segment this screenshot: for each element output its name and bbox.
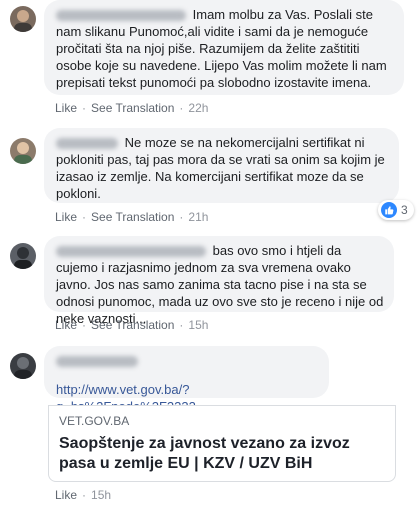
like-button[interactable]: Like [55, 318, 77, 332]
avatar[interactable] [10, 353, 36, 379]
see-translation-link[interactable]: See Translation [91, 318, 174, 332]
like-button[interactable]: Like [55, 488, 77, 502]
see-translation-link[interactable]: See Translation [91, 210, 174, 224]
like-button[interactable]: Like [55, 210, 77, 224]
like-icon [381, 202, 397, 218]
avatar[interactable] [10, 138, 36, 164]
reaction-count: 3 [401, 202, 408, 217]
author-name[interactable] [56, 246, 206, 258]
like-button[interactable]: Like [55, 101, 77, 115]
comment-bubble: bas ovo smo i htjeli da cujemo i razjasn… [44, 236, 394, 326]
link-preview-card[interactable]: VET.GOV.BA Saopštenje za javnost vezano … [48, 405, 396, 482]
preview-title[interactable]: Saopštenje za javnost vezano za izvoz pa… [59, 434, 385, 474]
avatar[interactable] [10, 6, 36, 32]
timestamp[interactable]: 15h [188, 318, 208, 332]
comment-actions: Like · See Translation · 15h [55, 318, 209, 332]
author-name[interactable] [56, 138, 118, 150]
timestamp[interactable]: 21h [188, 210, 208, 224]
author-name[interactable] [56, 356, 138, 368]
avatar[interactable] [10, 243, 36, 269]
reaction-summary[interactable]: 3 [378, 200, 414, 220]
comment-actions: Like · See Translation · 21h [55, 210, 209, 224]
comment-bubble: http://www.vet.gov.ba/?q=bs%2Fnode%2F223… [44, 346, 329, 414]
comment-bubble: Imam molbu za Vas. Poslali ste nam slika… [44, 0, 404, 95]
comment-actions: Like · 15h [55, 488, 112, 502]
see-translation-link[interactable]: See Translation [91, 101, 174, 115]
preview-domain: VET.GOV.BA [59, 414, 130, 428]
comment-actions: Like · See Translation · 22h [55, 101, 209, 115]
author-name[interactable] [56, 10, 186, 22]
comment-bubble: Ne moze se na nekomercijalni sertifikat … [44, 128, 399, 203]
timestamp[interactable]: 15h [91, 488, 111, 502]
timestamp[interactable]: 22h [188, 101, 208, 115]
